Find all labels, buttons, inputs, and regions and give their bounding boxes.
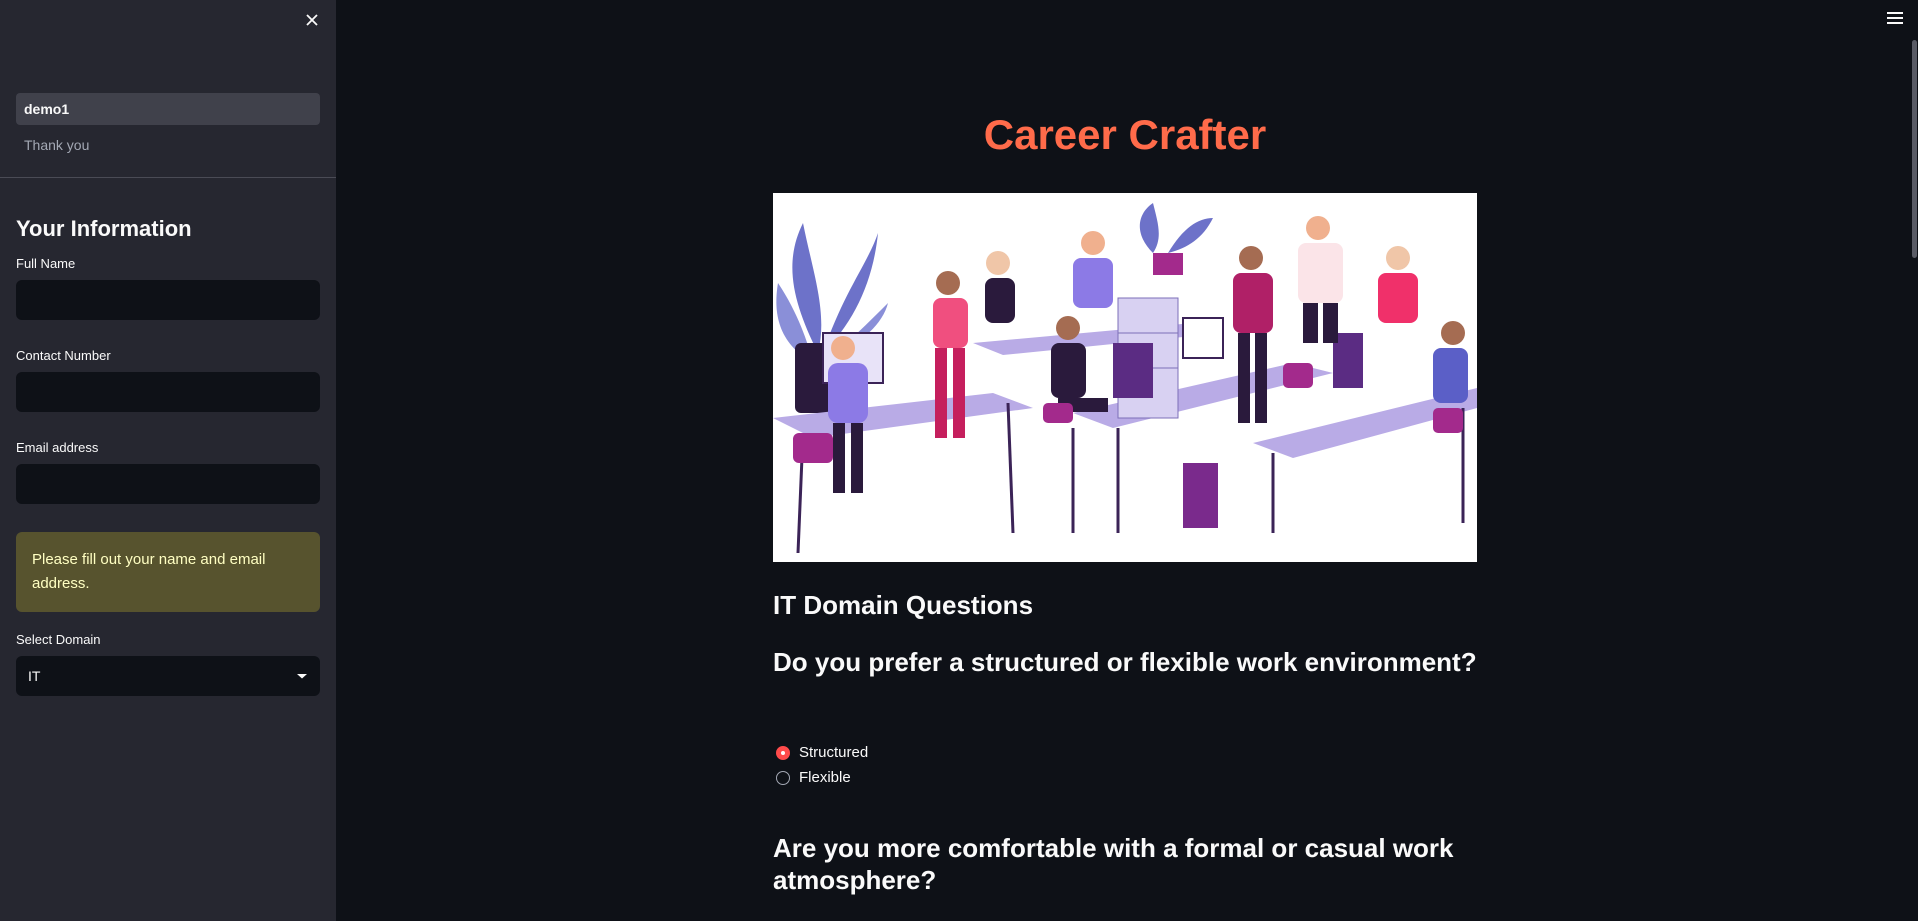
form-title: Your Information — [16, 216, 192, 241]
email-input[interactable] — [16, 464, 320, 504]
hamburger-menu-icon — [1887, 12, 1903, 24]
scrollbar[interactable] — [1912, 40, 1917, 258]
app-title: Career Crafter — [983, 111, 1267, 158]
question-1: Do you prefer a structured or flexible w… — [773, 647, 1477, 677]
section-heading: IT Domain Questions — [773, 590, 1034, 620]
full-name-input[interactable] — [16, 280, 320, 320]
question-2: Are you more comfortable with a formal o… — [773, 833, 1454, 895]
email-label: Email address — [16, 440, 99, 455]
main-content: Career Crafter IT Domain Questions Do yo… — [773, 0, 1477, 896]
sidebar: demo1 Thank you Your Information Full Na… — [0, 0, 336, 921]
close-icon — [306, 14, 318, 26]
contact-number-label: Contact Number — [16, 348, 111, 363]
contact-number-input[interactable] — [16, 372, 320, 412]
radio-option-label: Flexible — [799, 769, 851, 786]
nav-item-label: Thank you — [24, 137, 90, 153]
domain-select-value: IT — [28, 668, 41, 684]
radio-option-label: Structured — [799, 744, 869, 761]
page-nav: demo1 Thank you — [16, 93, 320, 165]
close-sidebar-button[interactable] — [300, 8, 324, 32]
domain-label: Select Domain — [16, 632, 101, 647]
domain-select[interactable]: IT — [16, 656, 320, 696]
full-name-label: Full Name — [16, 256, 76, 271]
chevron-down-icon — [297, 674, 307, 679]
radio-option-structured[interactable]: Structured — [773, 740, 1477, 765]
user-info-form: Your Information Full Name Contact Numbe… — [16, 212, 320, 696]
radio-option-flexible[interactable]: Flexible — [773, 765, 1477, 790]
warning-alert: Please fill out your name and email addr… — [16, 532, 320, 612]
radio-checked-icon — [776, 745, 790, 760]
office-illustration — [773, 193, 1477, 562]
main-menu-button[interactable] — [1884, 9, 1906, 27]
radio-unchecked-icon — [776, 770, 790, 785]
nav-item-demo1[interactable]: demo1 — [16, 93, 320, 125]
nav-divider — [0, 177, 336, 178]
nav-item-thank-you[interactable]: Thank you — [16, 129, 320, 161]
nav-item-label: demo1 — [24, 101, 70, 117]
question-1-options: Structured Flexible — [773, 740, 1477, 790]
